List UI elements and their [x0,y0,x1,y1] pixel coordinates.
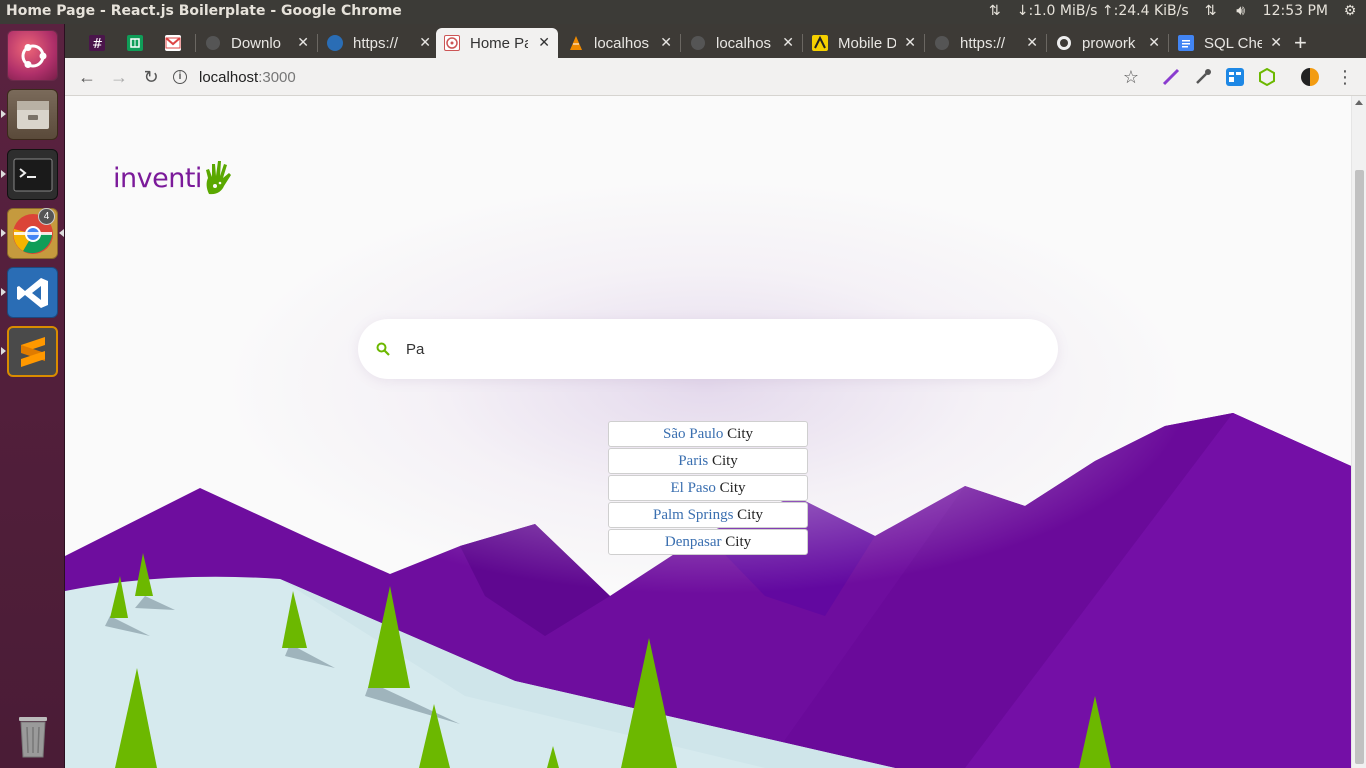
suggestion-item[interactable]: Denpasar City [608,529,808,555]
vlc-icon [568,35,584,51]
tab-https-1[interactable]: https:// ✕ [319,28,439,58]
slack-icon: # [89,35,105,52]
chrome-running-indicator [1,229,6,237]
close-icon[interactable]: ✕ [904,34,916,51]
eyedropper-extension-icon[interactable] [1194,68,1212,86]
chrome-notification-badge: 4 [38,208,55,225]
scroll-thumb[interactable] [1355,170,1364,764]
github-icon [934,35,950,51]
quill-extension-icon[interactable] [1162,68,1180,86]
clock[interactable]: 12:53 PM [1263,3,1328,19]
page-viewport: inventi São Paulo City Paris City El Pas… [65,96,1351,768]
tab-mobile[interactable]: Mobile D ✕ [804,28,924,58]
green-hand-icon [205,161,231,195]
github-icon [205,35,221,51]
close-icon[interactable]: ✕ [297,34,309,51]
sheets-icon [127,35,143,51]
close-icon[interactable]: ✕ [1270,34,1282,51]
forward-button[interactable]: → [107,65,131,89]
network-updown-icon[interactable]: ⇅ [987,3,1003,19]
chrome-focused-indicator [59,229,64,237]
window-title: Home Page - React.js Boilerplate - Googl… [6,3,402,19]
docs-icon [1178,35,1194,51]
tab-prowork[interactable]: prowork ✕ [1048,28,1168,58]
tab-gmail[interactable] [157,28,193,58]
yellow-icon [812,35,828,51]
tab-home-page[interactable]: Home Pa ✕ [436,28,558,58]
reload-button[interactable]: ↻ [139,65,163,89]
launcher: 4 [0,24,65,768]
tab-localhost-2[interactable]: localhos ✕ [682,28,802,58]
close-icon[interactable]: ✕ [660,34,672,51]
suggestion-item[interactable]: Paris City [608,448,808,474]
tab-localhost-1[interactable]: localhos ✕ [560,28,680,58]
scroll-up-arrow[interactable] [1355,100,1363,105]
close-icon[interactable]: ✕ [782,34,794,51]
url-port: :3000 [258,68,296,86]
search-input[interactable] [406,340,1006,358]
react-icon [444,35,460,51]
new-tab-button[interactable]: + [1294,30,1307,56]
tab-downloads[interactable]: Downlo ✕ [197,28,317,58]
files-icon[interactable] [7,89,58,140]
volume-icon[interactable]: 🔊︎ [1233,3,1249,19]
bookmark-star-icon[interactable]: ☆ [1119,65,1143,89]
inventi-logo[interactable]: inventi [113,158,233,195]
trash-icon[interactable] [7,710,58,761]
info-icon[interactable]: i [173,70,187,84]
suggestion-item[interactable]: São Paulo City [608,421,808,447]
chrome-icon[interactable]: 4 [7,208,58,259]
tab-strip: # Downlo ✕ https:// ✕ Home Pa ✕ localhos… [65,24,1366,58]
close-icon[interactable]: ✕ [1148,34,1160,51]
search-bar[interactable] [358,319,1058,379]
system-top-panel: Home Page - React.js Boilerplate - Googl… [0,0,1366,24]
github-icon [690,35,706,51]
profile-avatar[interactable] [1301,68,1319,86]
close-icon[interactable]: ✕ [1026,34,1038,51]
browser-toolbar: ← → ↻ i localhost:3000 ☆ ⋮ [65,58,1366,96]
nodejs-extension-icon[interactable] [1258,67,1276,87]
grid-extension-icon[interactable] [1226,68,1244,86]
suggestion-list: São Paulo City Paris City El Paso City P… [608,421,808,556]
tab-https-2[interactable]: https:// ✕ [926,28,1046,58]
ubuntu-dash-icon[interactable] [7,30,58,81]
suggestion-item[interactable]: Palm Springs City [608,502,808,528]
page-scrollbar[interactable] [1351,96,1366,768]
files-running-indicator [1,110,6,118]
tab-sheets[interactable] [119,28,153,58]
address-bar[interactable]: i localhost:3000 [173,64,1123,90]
network-icon[interactable]: ⇅ [1203,3,1219,19]
tab-sql[interactable]: SQL Che ✕ [1170,28,1290,58]
net-speed: ↓:1.0 MiB/s ↑:24.4 KiB/s [1016,3,1189,19]
web-icon [327,35,343,51]
sublime-running-indicator [1,347,6,355]
menu-kebab-icon[interactable]: ⋮ [1333,65,1357,89]
vscode-icon[interactable] [7,267,58,318]
svg-text:#: # [92,37,103,51]
vscode-running-indicator [1,288,6,296]
terminal-running-indicator [1,170,6,178]
github-icon [1056,35,1072,51]
indicator-area: ⇅ ↓:1.0 MiB/s ↑:24.4 KiB/s ⇅ 🔊︎ 12:53 PM… [987,3,1358,19]
sublime-text-icon[interactable] [7,326,58,377]
suggestion-item[interactable]: El Paso City [608,475,808,501]
terminal-icon[interactable] [7,149,58,200]
close-icon[interactable]: ✕ [419,34,431,51]
gear-icon[interactable]: ⚙ [1342,3,1358,19]
search-icon [376,342,390,356]
back-button[interactable]: ← [75,65,99,89]
close-icon[interactable]: ✕ [538,34,550,51]
tab-slack[interactable]: # [81,28,115,58]
url-host: localhost [199,68,259,86]
logo-text: inventi [113,163,202,194]
gmail-icon [165,35,181,51]
